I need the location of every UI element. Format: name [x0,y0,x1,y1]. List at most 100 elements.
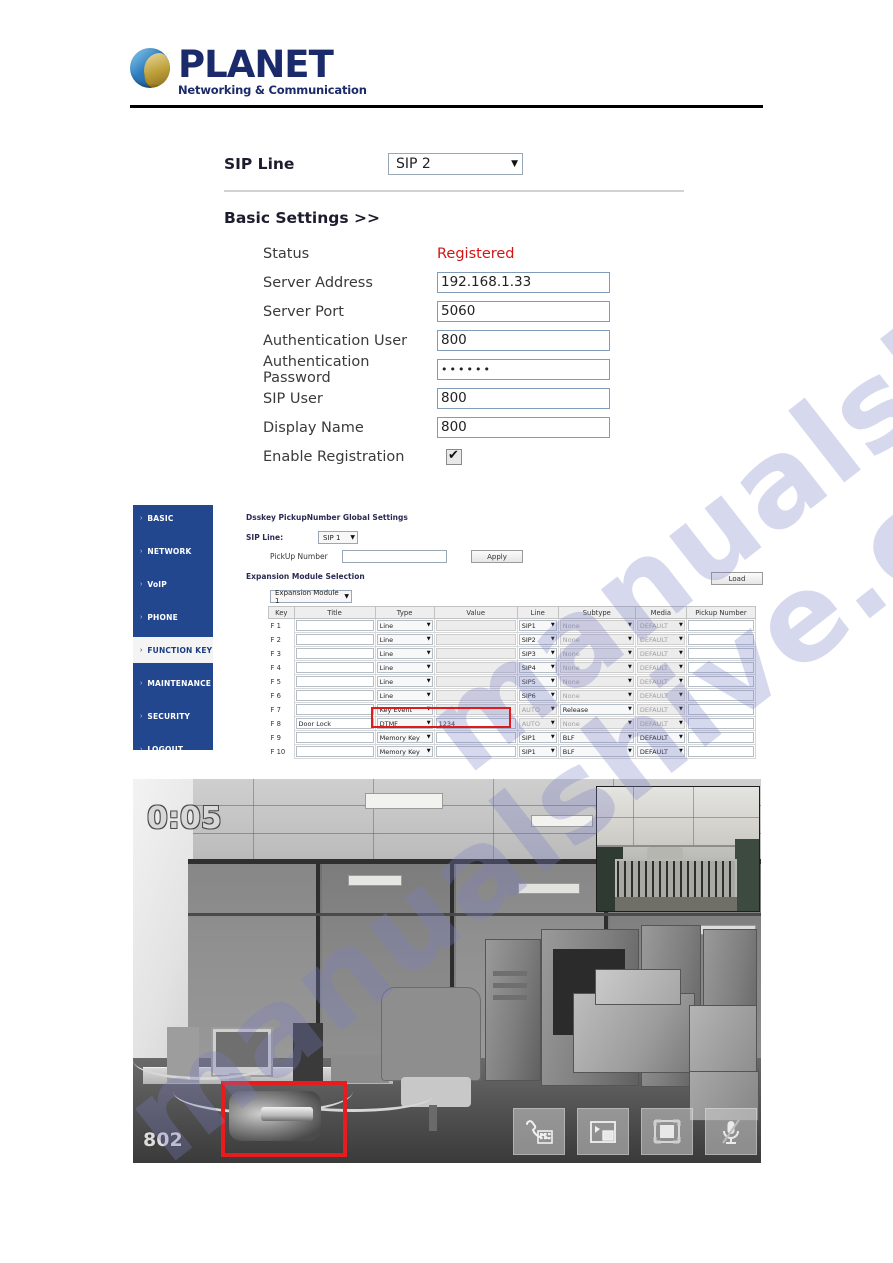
row-pickup-input[interactable] [687,634,754,645]
microphone-mute-icon[interactable] [705,1108,757,1155]
sidebar-item-phone[interactable]: › PHONE [133,604,213,630]
row-line-select-value: SIP4 [521,663,536,672]
expansion-module-block: Expansion Module Selection Expansion Mod… [246,572,763,605]
row-pickup-input[interactable] [687,662,754,673]
row-media-select[interactable]: DEFAULT ▼ [636,732,685,743]
row-line-select[interactable]: SIP3 ▼ [518,648,557,659]
sidebar-item-logout[interactable]: › LOGOUT [133,736,213,762]
row-value-input [435,676,516,687]
chevron-down-icon: ▼ [426,664,431,670]
video-control-bar [513,1108,757,1155]
row-title-input[interactable] [295,620,374,631]
row-pickup-input[interactable] [687,732,754,743]
sip-user-input[interactable]: 800 [437,388,610,409]
row-pickup-input[interactable] [687,620,754,631]
row-key-label: F 1 [270,621,281,630]
sidebar-item-label: BASIC [147,513,174,523]
row-line-select[interactable]: SIP4 ▼ [518,662,557,673]
row-pickup-input[interactable] [687,648,754,659]
chevron-down-icon: ▼ [627,650,632,656]
row-value-input[interactable] [435,746,516,757]
row-title-input[interactable] [295,690,374,701]
row-type-select[interactable]: Memory Key ▼ [376,732,433,743]
row-type-select[interactable]: Key Event ▼ [376,704,433,715]
display-name-input[interactable]: 800 [437,417,610,438]
expansion-module-select[interactable]: Expansion Module 1 ▼ [270,589,352,605]
row-title-input[interactable] [295,746,374,757]
row-title-input[interactable] [295,676,374,687]
row-title-input[interactable] [295,634,374,645]
row-title-input[interactable] [295,732,374,743]
row-title-input[interactable]: Door Lock [295,718,374,729]
column-header-title: Title [293,606,376,619]
row-type-select[interactable]: Line ▼ [376,648,433,659]
dialpad-call-icon[interactable] [513,1108,565,1155]
row-type-select[interactable]: Line ▼ [376,676,433,687]
row-value-input [435,704,516,715]
sidebar-item-security[interactable]: › SECURITY [133,703,213,729]
row-type-select[interactable]: Line ▼ [376,620,433,631]
expansion-module-heading: Expansion Module Selection [246,572,365,581]
chevron-down-icon: ▼ [679,692,683,698]
row-media-select[interactable]: DEFAULT ▼ [636,746,685,757]
row-line-select-value: SIP2 [521,635,536,644]
apply-button[interactable]: Apply [471,550,523,563]
chevron-down-icon: ▼ [679,734,683,740]
row-line-select[interactable]: SIP5 ▼ [518,676,557,687]
row-pickup-input[interactable] [687,704,754,715]
row-media-select: DEFAULT ▼ [636,662,685,673]
row-line-select[interactable]: SIP1 ▼ [518,620,557,631]
row-subtype-select[interactable]: BLF ▼ [559,732,634,743]
load-button[interactable]: Load [711,572,763,585]
picture-in-picture-view[interactable] [596,786,760,912]
row-title-input[interactable] [295,662,374,673]
row-line-select[interactable]: SIP2 ▼ [518,634,557,645]
enable-registration-checkbox[interactable] [446,447,462,465]
server-address-input[interactable]: 192.168.1.33 [437,272,610,293]
pickup-number-input[interactable] [342,550,447,563]
row-subtype-select-value: None [562,677,580,686]
fullscreen-icon[interactable] [641,1108,693,1155]
column-header-subtype: Subtype [557,606,636,619]
sip-line-select[interactable]: SIP 2 ▼ [388,153,523,175]
row-title-input[interactable] [295,704,374,715]
table-row: F 3 Line ▼ SIP3 ▼ None ▼ DEFAULT ▼ [269,646,757,661]
row-pickup-input[interactable] [687,718,754,729]
sidebar-item-function-key[interactable]: › FUNCTION KEY [133,637,213,663]
row-type-select[interactable]: Line ▼ [376,634,433,645]
sidebar-item-maintenance[interactable]: › MAINTENANCE [133,670,213,696]
table-row: F 6 Line ▼ SIP6 ▼ None ▼ DEFAULT ▼ [269,688,757,703]
row-value-input[interactable]: 1234 [435,718,516,729]
row-media-select: DEFAULT ▼ [636,634,685,645]
brand-tagline: Networking & Communication [178,83,367,97]
row-value-input[interactable] [435,732,516,743]
picture-in-picture-icon[interactable] [577,1108,629,1155]
chevron-down-icon: ▼ [627,692,632,698]
row-type-select[interactable]: DTMF ▼ [376,718,433,729]
panel-sip-line-row: SIP Line: SIP 1 ▼ [246,531,763,544]
row-title-input[interactable] [295,648,374,659]
row-pickup-input[interactable] [687,676,754,687]
panel-heading: Dsskey PickupNumber Global Settings [246,513,408,522]
sidebar-item-basic[interactable]: › BASIC [133,505,213,531]
sidebar-item-network[interactable]: › NETWORK [133,538,213,564]
authentication-password-input[interactable]: •••••• [437,359,610,380]
row-type-select[interactable]: Memory Key ▼ [376,746,433,757]
server-port-input[interactable]: 5060 [437,301,610,322]
row-subtype-select: None ▼ [559,634,634,645]
chevron-down-icon: ▼ [550,664,555,670]
row-type-select[interactable]: Line ▼ [376,662,433,673]
function-key-table: Key Title Type Value Line Subtype Media … [268,606,757,759]
sidebar-item-voip[interactable]: › VoIP [133,571,213,597]
row-subtype-select[interactable]: Release ▼ [559,704,634,715]
row-line-select[interactable]: SIP1 ▼ [518,746,557,757]
row-subtype-select[interactable]: BLF ▼ [559,746,634,757]
row-line-select[interactable]: SIP6 ▼ [518,690,557,701]
column-header-type: Type [374,606,435,619]
row-pickup-input[interactable] [687,690,754,701]
authentication-user-input[interactable]: 800 [437,330,610,351]
row-type-select[interactable]: Line ▼ [376,690,433,701]
row-line-select[interactable]: SIP1 ▼ [518,732,557,743]
row-pickup-input[interactable] [687,746,754,757]
panel-sip-line-select[interactable]: SIP 1 ▼ [318,531,358,544]
